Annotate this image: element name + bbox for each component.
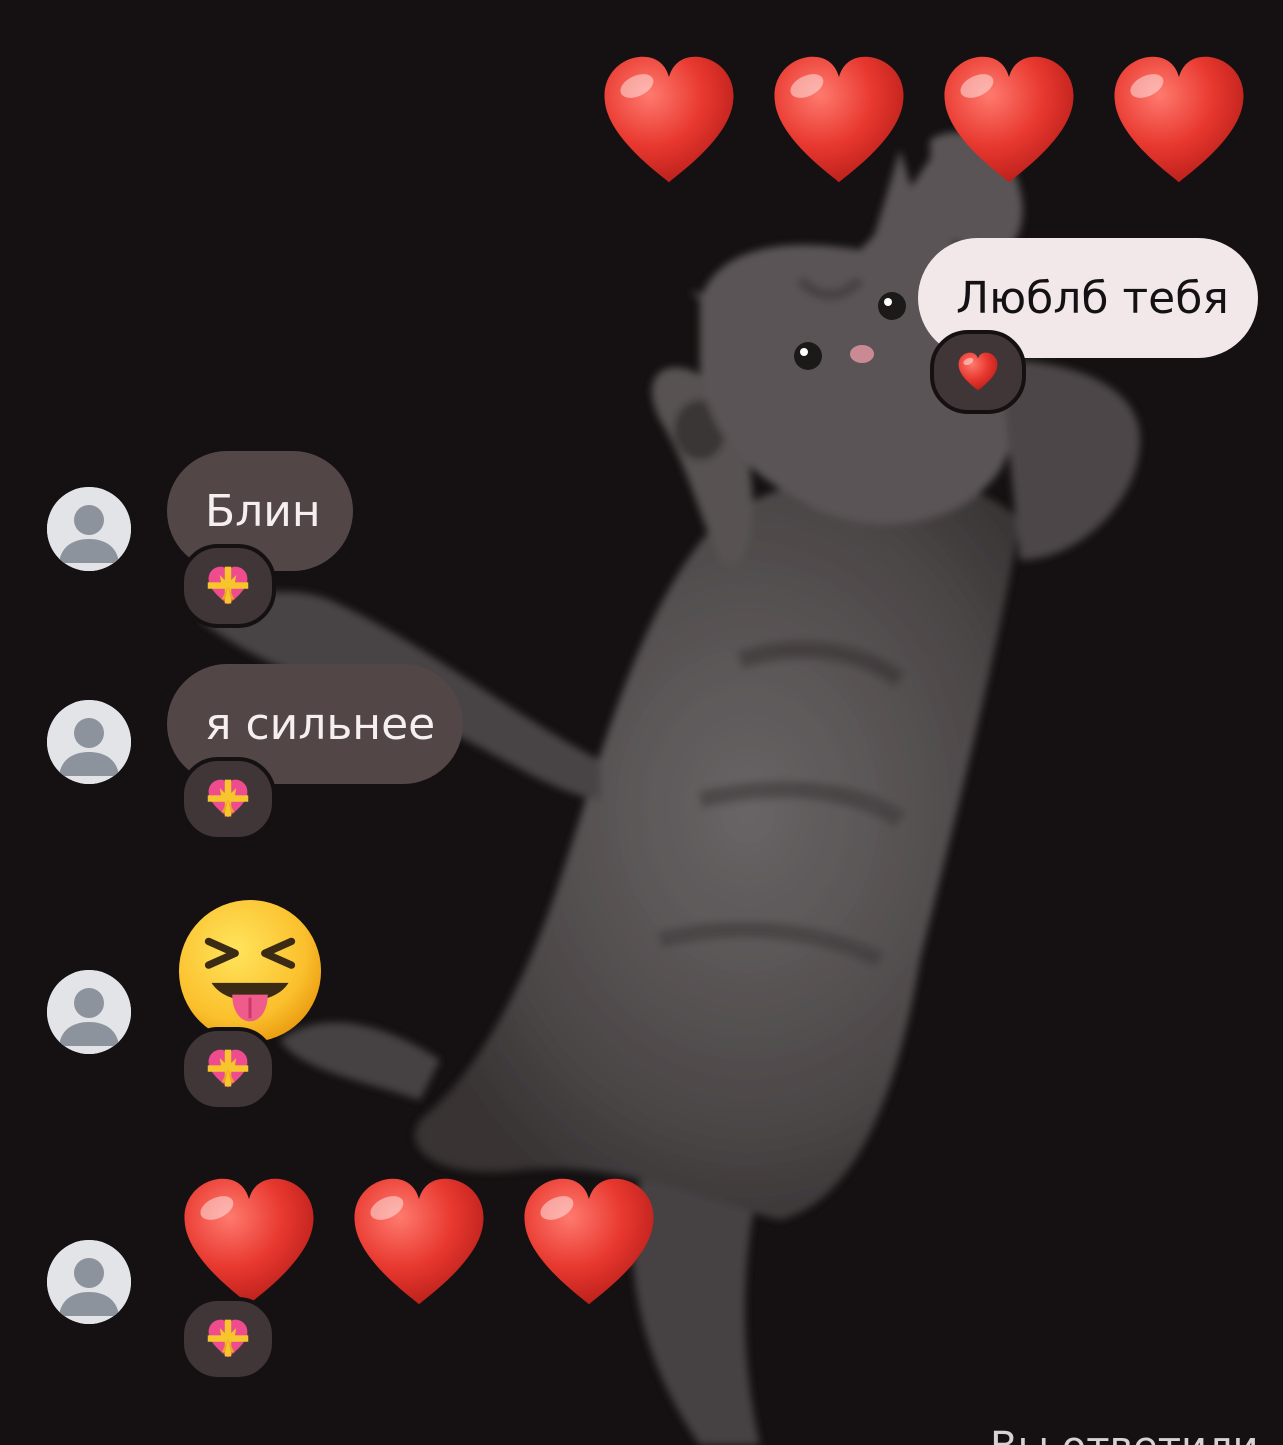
message-hearts-incoming[interactable] bbox=[176, 1170, 662, 1316]
red-heart-icon bbox=[1106, 48, 1252, 194]
reaction-chip[interactable] bbox=[930, 330, 1026, 414]
heart-with-ribbon-icon bbox=[205, 776, 251, 822]
red-heart-icon bbox=[936, 48, 1082, 194]
avatar[interactable] bbox=[47, 1240, 131, 1324]
red-heart-icon bbox=[766, 48, 912, 194]
avatar[interactable] bbox=[47, 487, 131, 571]
message-text: я сильнее bbox=[205, 698, 436, 750]
red-heart-icon bbox=[956, 350, 1000, 394]
reaction-chip[interactable] bbox=[180, 757, 276, 841]
message-emoji-squinting-face-with-tongue[interactable]: 😝 bbox=[176, 897, 324, 1045]
avatar[interactable] bbox=[47, 700, 131, 784]
red-heart-icon bbox=[596, 48, 742, 194]
chat-thread[interactable]: Люблб тебя Блин я сильнее 😝 bbox=[0, 0, 1283, 1445]
default-avatar-icon bbox=[47, 700, 131, 784]
reaction-chip[interactable] bbox=[180, 544, 276, 628]
heart-with-ribbon-icon bbox=[205, 1046, 251, 1092]
message-hearts-outgoing[interactable] bbox=[596, 48, 1252, 194]
heart-with-ribbon-icon bbox=[205, 1316, 251, 1362]
avatar[interactable] bbox=[47, 970, 131, 1054]
default-avatar-icon bbox=[47, 487, 131, 571]
red-heart-icon bbox=[516, 1170, 662, 1316]
message-text: Люблб тебя bbox=[956, 272, 1229, 324]
default-avatar-icon bbox=[47, 970, 131, 1054]
message-text: Блин bbox=[205, 485, 321, 537]
red-heart-icon bbox=[176, 1170, 322, 1316]
heart-with-ribbon-icon bbox=[205, 563, 251, 609]
reaction-chip[interactable] bbox=[180, 1297, 276, 1381]
default-avatar-icon bbox=[47, 1240, 131, 1324]
emoji-glyph: 😝 bbox=[176, 897, 178, 898]
reply-status-text: Вы ответили bbox=[990, 1424, 1259, 1445]
reaction-chip[interactable] bbox=[180, 1027, 276, 1111]
red-heart-icon bbox=[346, 1170, 492, 1316]
